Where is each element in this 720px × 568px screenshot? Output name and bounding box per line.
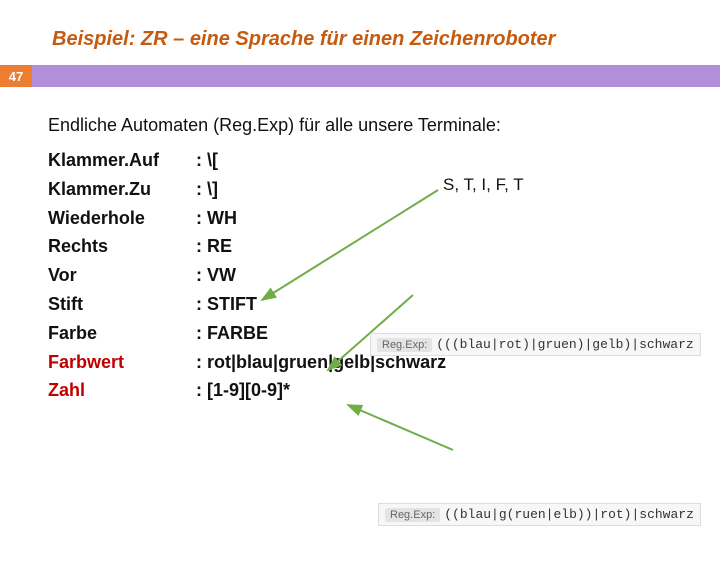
regex-box-2: Reg.Exp: ((blau|g(ruen|elb))|rot)|schwarz: [378, 503, 701, 526]
terminal-def: : FARBE: [196, 323, 268, 343]
terminal-row: Wiederhole : WH: [48, 204, 720, 233]
terminal-row: Vor : VW: [48, 261, 720, 290]
terminal-row: Zahl : [1-9][0-9]*: [48, 376, 720, 405]
slide-number: 47: [0, 65, 32, 87]
regex-text: (((blau|rot)|gruen)|gelb)|schwarz: [436, 337, 693, 352]
terminal-def: : \]: [196, 179, 218, 199]
intro-text: Endliche Automaten (Reg.Exp) für alle un…: [48, 115, 720, 136]
terminal-def: : VW: [196, 265, 236, 285]
terminal-name: Klammer.Auf: [48, 146, 196, 175]
regex-label: Reg.Exp:: [377, 338, 432, 352]
terminal-row: Rechts : RE: [48, 232, 720, 261]
terminal-name: Rechts: [48, 232, 196, 261]
regex-label: Reg.Exp:: [385, 508, 440, 522]
terminal-name: Stift: [48, 290, 196, 319]
regex-box-1: Reg.Exp: (((blau|rot)|gruen)|gelb)|schwar…: [370, 333, 701, 356]
terminal-row: Klammer.Auf : \[: [48, 146, 720, 175]
terminal-name: Zahl: [48, 376, 196, 405]
slide-title: Beispiel: ZR – eine Sprache für einen Ze…: [52, 28, 720, 51]
annotation-stift: S, T, I, F, T: [443, 175, 524, 195]
terminal-def: : WH: [196, 208, 237, 228]
terminal-def: : STIFT: [196, 294, 257, 314]
terminal-def: : \[: [196, 150, 218, 170]
terminal-name: Wiederhole: [48, 204, 196, 233]
bar-fill: [32, 65, 720, 87]
content-area: Endliche Automaten (Reg.Exp) für alle un…: [48, 115, 720, 405]
terminal-name: Klammer.Zu: [48, 175, 196, 204]
terminal-row: Stift : STIFT: [48, 290, 720, 319]
terminal-def: : RE: [196, 236, 232, 256]
terminal-name: Farbwert: [48, 348, 196, 377]
terminal-name: Farbe: [48, 319, 196, 348]
terminal-name: Vor: [48, 261, 196, 290]
slide-number-bar: 47: [0, 65, 720, 87]
terminal-def: : [1-9][0-9]*: [196, 380, 290, 400]
terminal-row: Klammer.Zu : \]: [48, 175, 720, 204]
regex-text: ((blau|g(ruen|elb))|rot)|schwarz: [444, 507, 694, 522]
